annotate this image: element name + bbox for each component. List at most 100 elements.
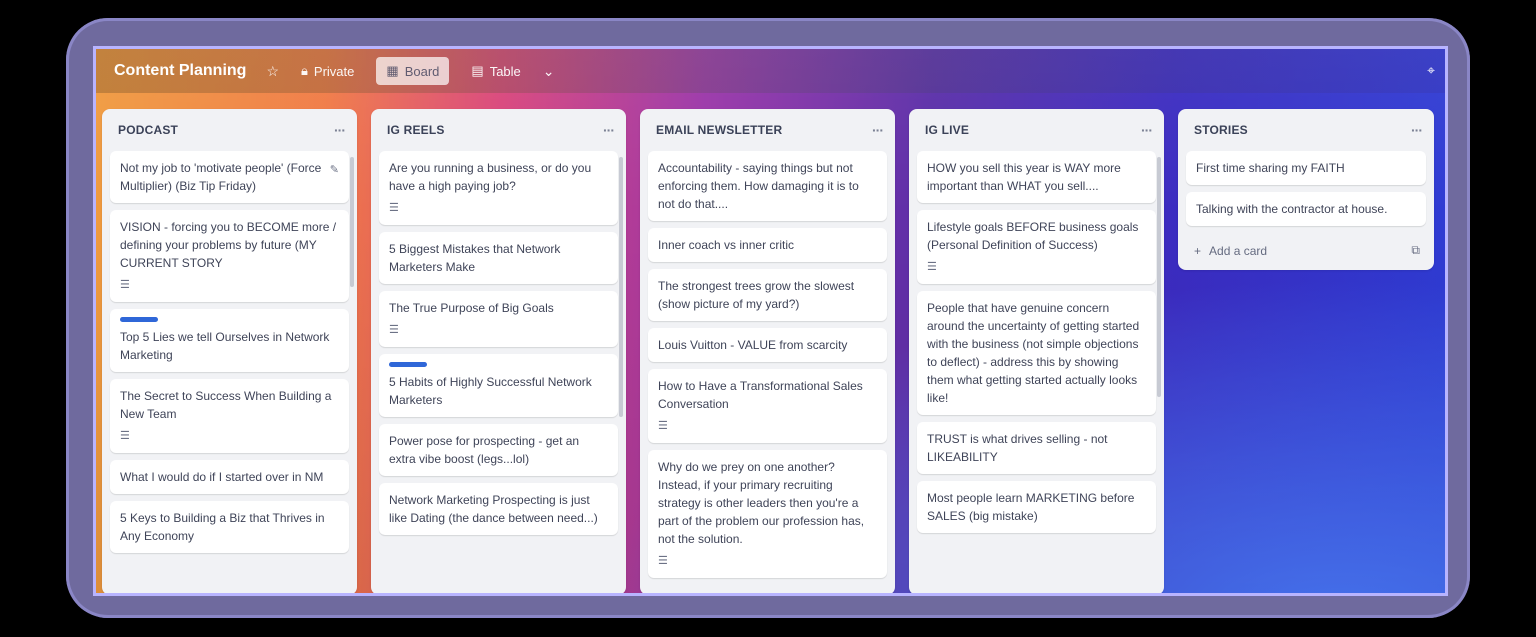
card-title: Louis Vuitton - VALUE from scarcity [658, 338, 848, 352]
board-window: Content Planning ☆ 🔒︎ Private ▦ Board ▤ … [93, 46, 1448, 596]
list-scrollbar[interactable] [619, 157, 623, 417]
board-title[interactable]: Content Planning [114, 62, 246, 80]
card-title: Lifestyle goals BEFORE business goals (P… [927, 220, 1139, 252]
card-title: The strongest trees grow the slowest (sh… [658, 279, 855, 311]
list-title[interactable]: PODCAST [118, 123, 178, 137]
view-table-button[interactable]: ▤ Table [461, 57, 530, 85]
template-icon[interactable]: ⧉ [1411, 243, 1420, 258]
description-icon: ☰ [120, 430, 130, 442]
card[interactable]: The strongest trees grow the slowest (sh… [648, 269, 887, 321]
card-title: Talking with the contractor at house. [1196, 202, 1388, 216]
more-icon[interactable]: ··· [872, 122, 884, 138]
card[interactable]: ✎ Not my job to 'motivate people' (Force… [110, 151, 349, 203]
card[interactable]: TRUST is what drives selling - not LIKEA… [917, 422, 1156, 474]
description-icon: ☰ [658, 420, 668, 432]
card[interactable]: Talking with the contractor at house. [1186, 192, 1426, 226]
list-scrollbar[interactable] [350, 157, 354, 287]
description-icon: ☰ [120, 279, 130, 291]
list-header: IG LIVE ··· [909, 109, 1164, 151]
description-icon: ☰ [927, 261, 937, 273]
more-icon[interactable]: ··· [334, 122, 346, 138]
list-header: STORIES ··· [1178, 109, 1434, 151]
list-email-newsletter: EMAIL NEWSLETTER ··· Accountability - sa… [640, 109, 895, 593]
card[interactable]: First time sharing my FAITH [1186, 151, 1426, 185]
list-ig-reels: IG REELS ··· Are you running a business,… [371, 109, 626, 593]
card-title: The True Purpose of Big Goals [389, 301, 554, 315]
card[interactable]: 5 Habits of Highly Successful Network Ma… [379, 354, 618, 417]
card[interactable]: Lifestyle goals BEFORE business goals (P… [917, 210, 1156, 284]
more-icon[interactable]: ··· [1141, 122, 1153, 138]
card[interactable]: Network Marketing Prospecting is just li… [379, 483, 618, 535]
list-title[interactable]: EMAIL NEWSLETTER [656, 123, 782, 137]
card[interactable]: Power pose for prospecting - get an extr… [379, 424, 618, 476]
card-title: Power pose for prospecting - get an extr… [389, 434, 580, 466]
board-icon: ▦ [386, 63, 399, 78]
card-title: VISION - forcing you to BECOME more / de… [120, 220, 337, 270]
card-title: The Secret to Success When Building a Ne… [120, 389, 332, 421]
card[interactable]: Top 5 Lies we tell Ourselves in Network … [110, 309, 349, 372]
list-header: EMAIL NEWSLETTER ··· [640, 109, 895, 151]
description-icon: ☰ [658, 555, 668, 567]
card-title: Top 5 Lies we tell Ourselves in Network … [120, 330, 330, 362]
list-title[interactable]: IG LIVE [925, 123, 969, 137]
card-title: What I would do if I started over in NM [120, 470, 324, 484]
star-icon[interactable]: ☆ [266, 63, 279, 80]
list-stories: STORIES ··· First time sharing my FAITH … [1178, 109, 1434, 270]
list-title[interactable]: STORIES [1194, 123, 1248, 137]
more-icon[interactable]: ··· [603, 122, 615, 138]
card-title: Network Marketing Prospecting is just li… [389, 493, 598, 525]
card-title: People that have genuine concern around … [927, 301, 1140, 405]
card[interactable]: VISION - forcing you to BECOME more / de… [110, 210, 349, 302]
card-title: 5 Habits of Highly Successful Network Ma… [389, 375, 592, 407]
card-title: First time sharing my FAITH [1196, 161, 1345, 175]
card-title: Most people learn MARKETING before SALES… [927, 491, 1135, 523]
card[interactable]: Why do we prey on one another? Instead, … [648, 450, 887, 578]
card[interactable]: Inner coach vs inner critic [648, 228, 887, 262]
card[interactable]: Louis Vuitton - VALUE from scarcity [648, 328, 887, 362]
card-title: HOW you sell this year is WAY more impor… [927, 161, 1121, 193]
plus-icon: + [1194, 243, 1202, 258]
label-badge [389, 362, 427, 367]
card-title: TRUST is what drives selling - not LIKEA… [927, 432, 1108, 464]
card-title: 5 Keys to Building a Biz that Thrives in… [120, 511, 325, 543]
edit-icon[interactable]: ✎ [330, 161, 339, 179]
card[interactable]: Are you running a business, or do you ha… [379, 151, 618, 225]
description-icon: ☰ [389, 202, 399, 214]
card[interactable]: What I would do if I started over in NM [110, 460, 349, 494]
visibility-button[interactable]: 🔒︎ Private [291, 57, 364, 85]
add-card-label: Add a card [1209, 243, 1268, 258]
more-icon[interactable]: ··· [1411, 122, 1423, 138]
list-scrollbar[interactable] [1157, 157, 1161, 397]
view-board-label: Board [404, 63, 440, 79]
card[interactable]: 5 Keys to Building a Biz that Thrives in… [110, 501, 349, 553]
card[interactable]: HOW you sell this year is WAY more impor… [917, 151, 1156, 203]
add-card-button[interactable]: + Add a card [1194, 244, 1267, 258]
lock-icon: 🔒︎ [301, 63, 308, 78]
card-title: 5 Biggest Mistakes that Network Marketer… [389, 242, 561, 274]
card[interactable]: 5 Biggest Mistakes that Network Marketer… [379, 232, 618, 284]
card[interactable]: Accountability - saying things but not e… [648, 151, 887, 221]
list-title[interactable]: IG REELS [387, 123, 445, 137]
chevron-down-icon[interactable]: ⌄ [543, 63, 555, 80]
card[interactable]: Most people learn MARKETING before SALES… [917, 481, 1156, 533]
card[interactable]: How to Have a Transformational Sales Con… [648, 369, 887, 443]
list-podcast: PODCAST ··· ✎ Not my job to 'motivate pe… [102, 109, 357, 593]
card-title: Are you running a business, or do you ha… [389, 161, 592, 193]
table-icon: ▤ [471, 63, 484, 78]
card-title: Inner coach vs inner critic [658, 238, 795, 252]
card[interactable]: The True Purpose of Big Goals ☰ [379, 291, 618, 347]
card-title: How to Have a Transformational Sales Con… [658, 379, 863, 411]
list-ig-live: IG LIVE ··· HOW you sell this year is WA… [909, 109, 1164, 593]
list-header: IG REELS ··· [371, 109, 626, 151]
label-badge [120, 317, 158, 322]
add-card-row: + Add a card ⧉ [1178, 241, 1434, 270]
card[interactable]: People that have genuine concern around … [917, 291, 1156, 415]
view-table-label: Table [489, 63, 521, 79]
pin-icon[interactable]: ⌖ [1427, 62, 1435, 79]
card-title: Accountability - saying things but not e… [658, 161, 859, 211]
visibility-label: Private [313, 63, 355, 79]
board-header: Content Planning ☆ 🔒︎ Private ▦ Board ▤ … [96, 49, 1445, 93]
view-board-button[interactable]: ▦ Board [376, 57, 450, 85]
card-title: Not my job to 'motivate people' (Force M… [120, 161, 322, 193]
card[interactable]: The Secret to Success When Building a Ne… [110, 379, 349, 453]
